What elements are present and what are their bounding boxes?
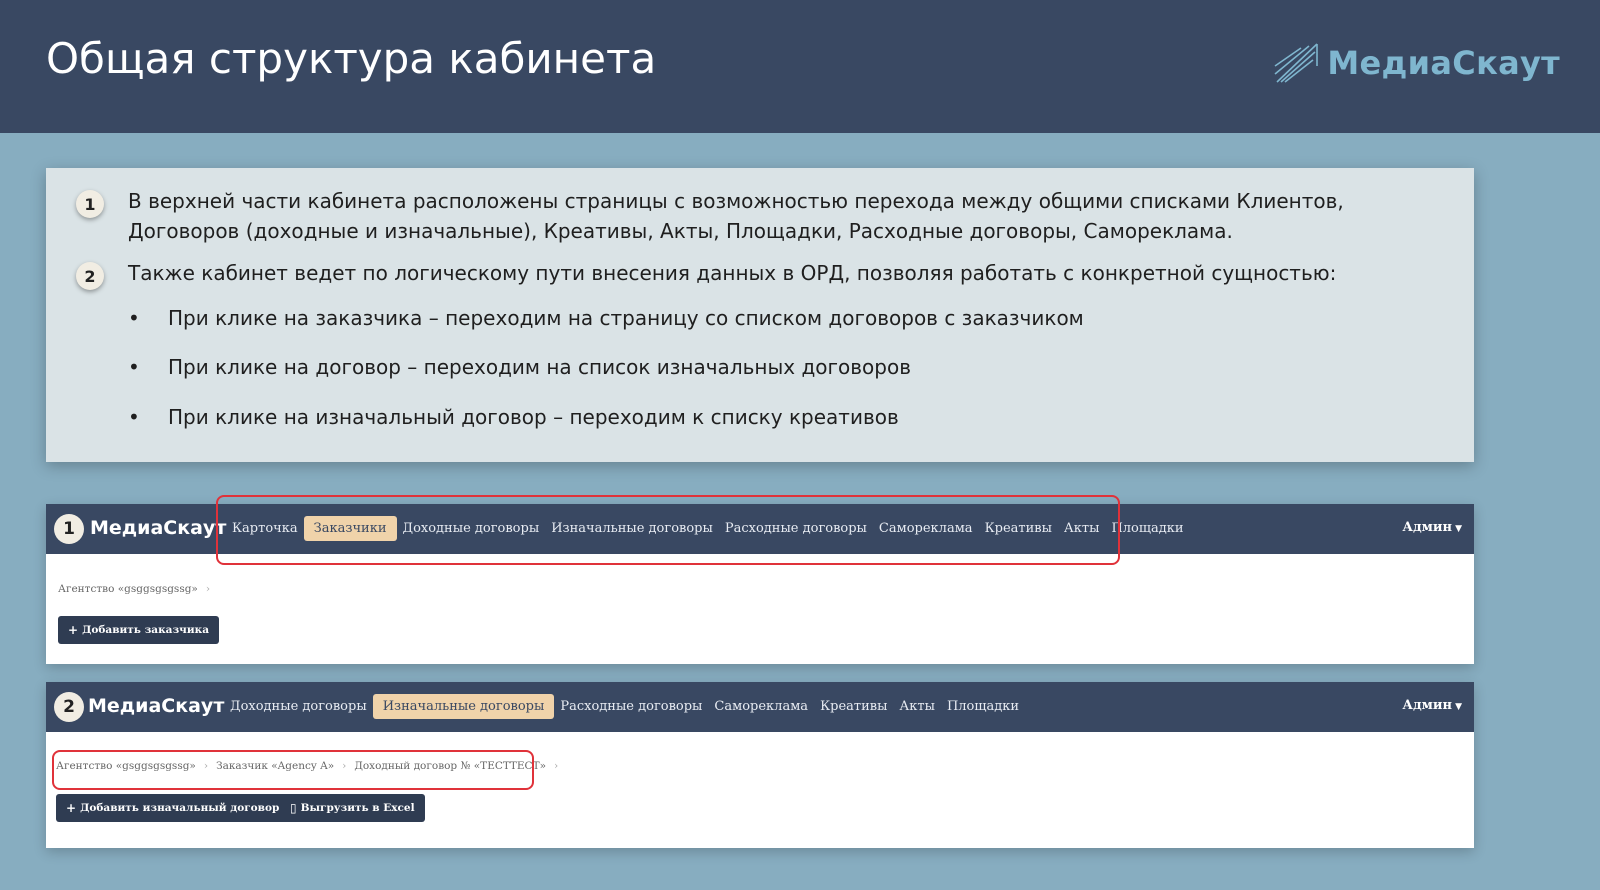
bullet-text: При клике на договор – переходим на спис…: [168, 355, 911, 379]
slide-header: Общая структура кабинета МедиаСкаут: [0, 0, 1600, 133]
breadcrumb-item[interactable]: Заказчик «Agency A»: [216, 760, 334, 772]
plus-icon: +: [66, 801, 77, 815]
nav-item-expense-contracts[interactable]: Расходные договоры: [719, 516, 873, 541]
nav-item-income-contracts[interactable]: Доходные договоры: [224, 694, 373, 719]
export-excel-label: Выгрузить в Excel: [300, 802, 415, 814]
nav-item-platforms[interactable]: Площадки: [1105, 516, 1189, 541]
screen-2-brand[interactable]: МедиаСкаут: [88, 695, 224, 717]
slide-title: Общая структура кабинета: [46, 34, 657, 83]
caret-down-icon: ▼: [1455, 702, 1462, 712]
nav-item-customers[interactable]: Заказчики: [303, 516, 397, 541]
nav-item-initial-contracts[interactable]: Изначальные договоры: [545, 516, 719, 541]
logo-rays-icon: [1274, 43, 1319, 83]
document-icon: ▯: [290, 801, 297, 815]
plus-icon: +: [68, 623, 79, 637]
nav-item-creatives[interactable]: Креативы: [814, 694, 893, 719]
item-2-text: Также кабинет ведет по логическому пути …: [128, 261, 1337, 285]
breadcrumb-item[interactable]: Агентство «gsggsgsgssg»: [58, 583, 198, 595]
nav-item-card[interactable]: Карточка: [226, 516, 304, 541]
bullet-dot: •: [128, 405, 140, 429]
item-1-text: В верхней части кабинета расположены стр…: [128, 189, 1344, 243]
screen-1-badge: 1: [54, 514, 84, 544]
nav-item-expense-contracts[interactable]: Расходные договоры: [554, 694, 708, 719]
add-initial-contract-label: Добавить изначальный договор: [80, 802, 280, 814]
screen-2-panel: 2 МедиаСкаут Доходные договоры Изначальн…: [46, 682, 1474, 848]
screen-2-nav: Доходные договоры Изначальные договоры Р…: [224, 694, 1025, 719]
screen-1-brand[interactable]: МедиаСкаут: [90, 517, 226, 539]
info-card: 1 В верхней части кабинета расположены с…: [46, 168, 1474, 462]
admin-label: Админ: [1402, 520, 1453, 535]
screen-2-breadcrumb: Агентство «gsggsgsgssg» › Заказчик «Agency…: [56, 760, 566, 772]
chevron-right-icon: ›: [342, 760, 347, 772]
screen-1-breadcrumb: Агентство «gsggsgsgssg» ›: [58, 583, 218, 595]
brand-name: МедиаСкаут: [1327, 44, 1560, 82]
bullet-dot: •: [128, 306, 140, 330]
chevron-right-icon: ›: [205, 583, 211, 595]
admin-menu[interactable]: Админ ▼: [1402, 520, 1462, 535]
breadcrumb-item[interactable]: Агентство «gsggsgsgssg»: [56, 760, 196, 772]
chevron-right-icon: ›: [554, 760, 559, 772]
brand-logo: МедиаСкаут: [1273, 40, 1560, 86]
bullet-text: При клике на изначальный договор – перех…: [168, 405, 899, 429]
screen-2-navbar: 2 МедиаСкаут Доходные договоры Изначальн…: [46, 682, 1474, 732]
bullet-dot: •: [128, 355, 140, 379]
nav-item-platforms[interactable]: Площадки: [941, 694, 1025, 719]
admin-menu[interactable]: Админ ▼: [1402, 698, 1462, 713]
screen-1-panel: 1 МедиаСкаут Карточка Заказчики Доходные…: [46, 504, 1474, 664]
add-customer-button[interactable]: + Добавить заказчика: [58, 616, 220, 644]
screen-2-badge: 2: [54, 692, 84, 722]
screen-1-nav: Карточка Заказчики Доходные договоры Изн…: [226, 516, 1190, 541]
caret-down-icon: ▼: [1455, 524, 1462, 534]
item-1-badge: 1: [76, 190, 104, 218]
item-2-badge: 2: [76, 262, 104, 290]
export-excel-button[interactable]: ▯ Выгрузить в Excel: [280, 794, 425, 822]
admin-label: Админ: [1402, 698, 1453, 713]
screen-1-navbar: 1 МедиаСкаут Карточка Заказчики Доходные…: [46, 504, 1474, 554]
nav-item-initial-contracts[interactable]: Изначальные договоры: [372, 694, 555, 719]
nav-item-income-contracts[interactable]: Доходные договоры: [397, 516, 546, 541]
nav-item-creatives[interactable]: Креативы: [979, 516, 1058, 541]
bullet-text: При клике на заказчика – переходим на ст…: [168, 306, 1084, 330]
nav-item-self-promo[interactable]: Самореклама: [708, 694, 814, 719]
breadcrumb-item[interactable]: Доходный договор № «ТЕСТТЕСТ»: [354, 760, 546, 772]
add-customer-label: Добавить заказчика: [82, 624, 210, 636]
add-initial-contract-button[interactable]: + Добавить изначальный договор: [56, 794, 290, 822]
nav-item-acts[interactable]: Акты: [1058, 516, 1106, 541]
nav-item-self-promo[interactable]: Самореклама: [873, 516, 979, 541]
chevron-right-icon: ›: [203, 760, 209, 772]
nav-item-acts[interactable]: Акты: [893, 694, 941, 719]
